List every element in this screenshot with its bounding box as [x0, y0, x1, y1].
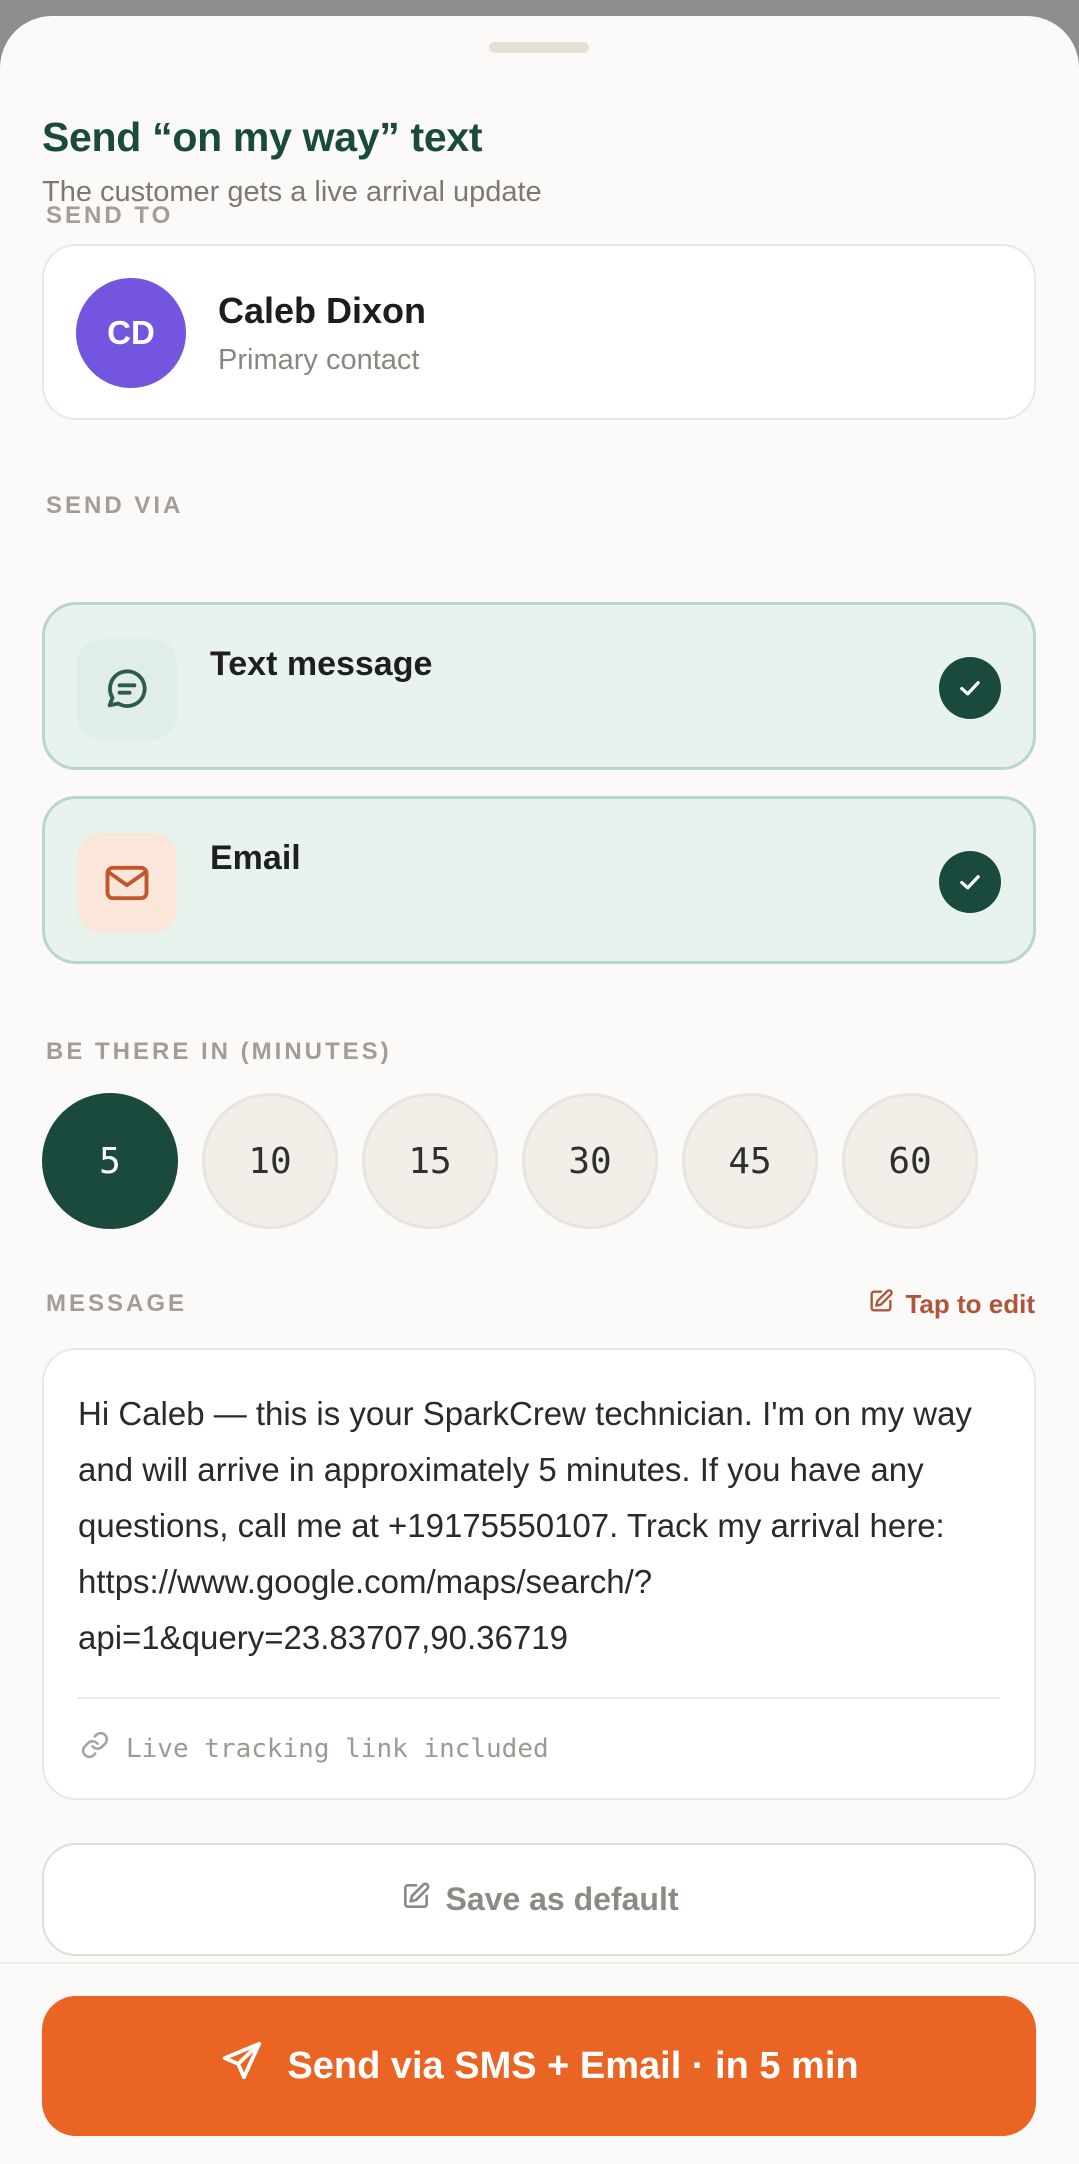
minutes-option-30[interactable]: 30: [522, 1093, 658, 1229]
footer-divider: [0, 1962, 1079, 1964]
send-to-label: SEND TO: [46, 202, 174, 229]
contact-card[interactable]: CD Caleb Dixon Primary contact: [42, 244, 1036, 420]
tap-to-edit-label: Tap to edit: [905, 1289, 1035, 1319]
tap-to-edit-link[interactable]: Tap to edit: [867, 1287, 1035, 1322]
message-text: Hi Caleb — this is your SparkCrew techni…: [78, 1395, 972, 1656]
channel-option-email[interactable]: Email: [42, 796, 1036, 964]
contact-name: Caleb Dixon: [218, 290, 427, 331]
link-icon: [80, 1730, 110, 1767]
channel-label: Text message: [210, 645, 433, 683]
sheet-drag-handle[interactable]: [489, 42, 589, 53]
avatar: CD: [76, 278, 186, 388]
tracking-note-label: Live tracking link included: [126, 1733, 549, 1764]
save-as-default-label: Save as default: [445, 1881, 679, 1917]
check-icon: [939, 657, 1001, 719]
send-button-label: Send via SMS + Email · in 5 min: [287, 2044, 859, 2087]
channel-option-text-message[interactable]: Text message: [42, 602, 1036, 770]
channel-label: Email: [210, 839, 301, 877]
minutes-option-60[interactable]: 60: [842, 1093, 978, 1229]
save-as-default-button[interactable]: Save as default: [42, 1843, 1036, 1956]
chat-bubble-icon: [77, 639, 177, 739]
check-icon: [939, 851, 1001, 913]
edit-icon: [867, 1287, 895, 1322]
minutes-option-45[interactable]: 45: [682, 1093, 818, 1229]
mail-icon: [77, 833, 177, 933]
edit-icon: [400, 1880, 432, 1920]
send-button[interactable]: Send via SMS + Email · in 5 min: [42, 1996, 1036, 2136]
contact-role: Primary contact: [218, 344, 420, 376]
message-label: MESSAGE: [46, 1290, 188, 1317]
send-via-label: SEND VIA: [46, 492, 184, 519]
minutes-option-15[interactable]: 15: [362, 1093, 498, 1229]
send-icon: [219, 2038, 265, 2094]
sheet-title: Send “on my way” text: [42, 114, 483, 160]
minutes-option-5[interactable]: 5: [42, 1093, 178, 1229]
message-card[interactable]: Hi Caleb — this is your SparkCrew techni…: [42, 1348, 1036, 1800]
eta-label: BE THERE IN (MINUTES): [46, 1038, 392, 1065]
minutes-option-10[interactable]: 10: [202, 1093, 338, 1229]
divider: [78, 1697, 1000, 1699]
tracking-note: Live tracking link included: [80, 1730, 549, 1767]
bottom-sheet: Send “on my way” text The customer gets …: [0, 16, 1079, 2164]
